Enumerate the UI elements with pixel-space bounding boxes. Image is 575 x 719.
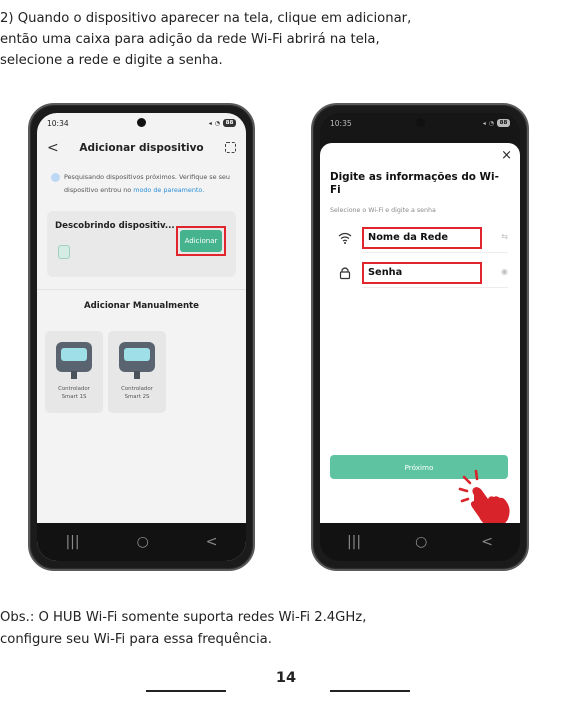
tile-label-line1: Controlador bbox=[58, 386, 90, 392]
tile-label-line2: Smart 1S bbox=[61, 394, 87, 400]
signal-icon: ◂ bbox=[208, 119, 212, 127]
intro-line-1: 2) Quando o dispositivo aparecer na tela… bbox=[0, 11, 412, 26]
device-tile-smart-1s[interactable]: Controlador Smart 1S bbox=[45, 331, 103, 413]
wifi-icon: ◔ bbox=[488, 119, 494, 127]
field-underline bbox=[362, 252, 508, 253]
home-icon[interactable]: ○ bbox=[137, 534, 149, 550]
divider bbox=[37, 289, 246, 290]
tile-label: Controlador Smart 1S bbox=[45, 385, 103, 401]
info-text-2: dispositivo entrou no bbox=[64, 186, 132, 194]
search-info: Pesquisando dispositivos próximos. Verif… bbox=[51, 171, 236, 197]
info-text: Pesquisando dispositivos próximos. Verif… bbox=[64, 173, 230, 181]
device-icon bbox=[58, 245, 70, 259]
network-name-input[interactable]: Nome da Rede bbox=[362, 227, 482, 249]
network-row: Nome da Rede ⇆ bbox=[330, 227, 508, 253]
camera-icon bbox=[415, 118, 425, 127]
controller-icon bbox=[56, 342, 92, 379]
nav-bar: ||| ○ < bbox=[320, 523, 520, 561]
pairing-mode-link[interactable]: modo de pareamento. bbox=[133, 186, 204, 194]
sheet-title: Digite as informações do Wi-Fi bbox=[330, 171, 499, 196]
highlight-box bbox=[176, 226, 226, 256]
password-row: Senha ◉ bbox=[330, 262, 508, 288]
discovered-device-card: Descobrindo dispositiv... Adicionar bbox=[47, 211, 236, 277]
wifi-icon: ◔ bbox=[214, 119, 220, 127]
phone-screen: 10:35 ◂ ◔ 88 × Digite as informações do … bbox=[320, 113, 520, 561]
wifi-icon bbox=[338, 232, 352, 244]
field-underline bbox=[362, 287, 508, 288]
camera-icon bbox=[137, 118, 146, 127]
scan-icon[interactable] bbox=[225, 142, 236, 153]
intro-line-3: selecione a rede e digite a senha. bbox=[0, 53, 223, 68]
pointing-hand-icon bbox=[458, 469, 510, 527]
home-icon[interactable]: ○ bbox=[415, 534, 427, 550]
note-line-1: Obs.: O HUB Wi-Fi somente suporta redes … bbox=[0, 610, 367, 625]
eye-icon[interactable]: ◉ bbox=[501, 267, 508, 276]
controller-icon bbox=[119, 342, 155, 379]
device-tile-smart-2s[interactable]: Controlador Smart 2S bbox=[108, 331, 166, 413]
lock-icon bbox=[339, 267, 351, 280]
battery-icon: 88 bbox=[497, 119, 510, 127]
page-number: 14 bbox=[275, 670, 297, 686]
back-nav-icon[interactable]: < bbox=[481, 534, 493, 550]
note-text: Obs.: O HUB Wi-Fi somente suporta redes … bbox=[0, 607, 366, 651]
status-time: 10:34 bbox=[47, 118, 69, 128]
manual-add-title: Adicionar Manualmente bbox=[83, 301, 199, 311]
status-time: 10:35 bbox=[330, 118, 352, 128]
tile-label-line2: Smart 2S bbox=[124, 394, 150, 400]
tile-label-line1: Controlador bbox=[121, 386, 153, 392]
phone-screen: 10:34 ◂ ◔ 88 < Adicionar dispositivo Pes… bbox=[37, 113, 246, 561]
phone-add-device: 10:34 ◂ ◔ 88 < Adicionar dispositivo Pes… bbox=[28, 103, 255, 571]
intro-line-2: então uma caixa para adição da rede Wi-F… bbox=[0, 32, 380, 47]
intro-text: 2) Quando o dispositivo aparecer na tela… bbox=[0, 8, 575, 71]
page-rule-right bbox=[330, 690, 410, 692]
battery-icon: 88 bbox=[223, 119, 236, 127]
recent-apps-icon[interactable]: ||| bbox=[65, 534, 79, 550]
password-input[interactable]: Senha bbox=[362, 262, 482, 284]
close-icon[interactable]: × bbox=[501, 149, 512, 163]
back-nav-icon[interactable]: < bbox=[206, 534, 218, 550]
bluetooth-search-icon bbox=[51, 172, 60, 182]
recent-apps-icon[interactable]: ||| bbox=[347, 534, 361, 550]
switch-network-icon[interactable]: ⇆ bbox=[501, 232, 508, 241]
page-rule-left bbox=[146, 690, 226, 692]
signal-icon: ◂ bbox=[482, 119, 486, 127]
note-line-2: configure seu Wi-Fi para essa frequência… bbox=[0, 632, 272, 647]
discover-title: Descobrindo dispositiv... bbox=[55, 221, 175, 231]
wifi-sheet: × Digite as informações do Wi-Fi Selecio… bbox=[320, 143, 520, 527]
page-title: Adicionar dispositivo bbox=[79, 142, 204, 154]
status-icons: ◂ ◔ 88 bbox=[483, 119, 510, 127]
phone-wifi-setup: 10:35 ◂ ◔ 88 × Digite as informações do … bbox=[311, 103, 529, 571]
tile-label: Controlador Smart 2S bbox=[108, 385, 166, 401]
nav-bar: ||| ○ < bbox=[37, 523, 246, 561]
sheet-subtitle: Selecione o Wi-Fi e digite a senha bbox=[330, 207, 436, 214]
status-icons: ◂ ◔ 88 bbox=[209, 119, 236, 127]
